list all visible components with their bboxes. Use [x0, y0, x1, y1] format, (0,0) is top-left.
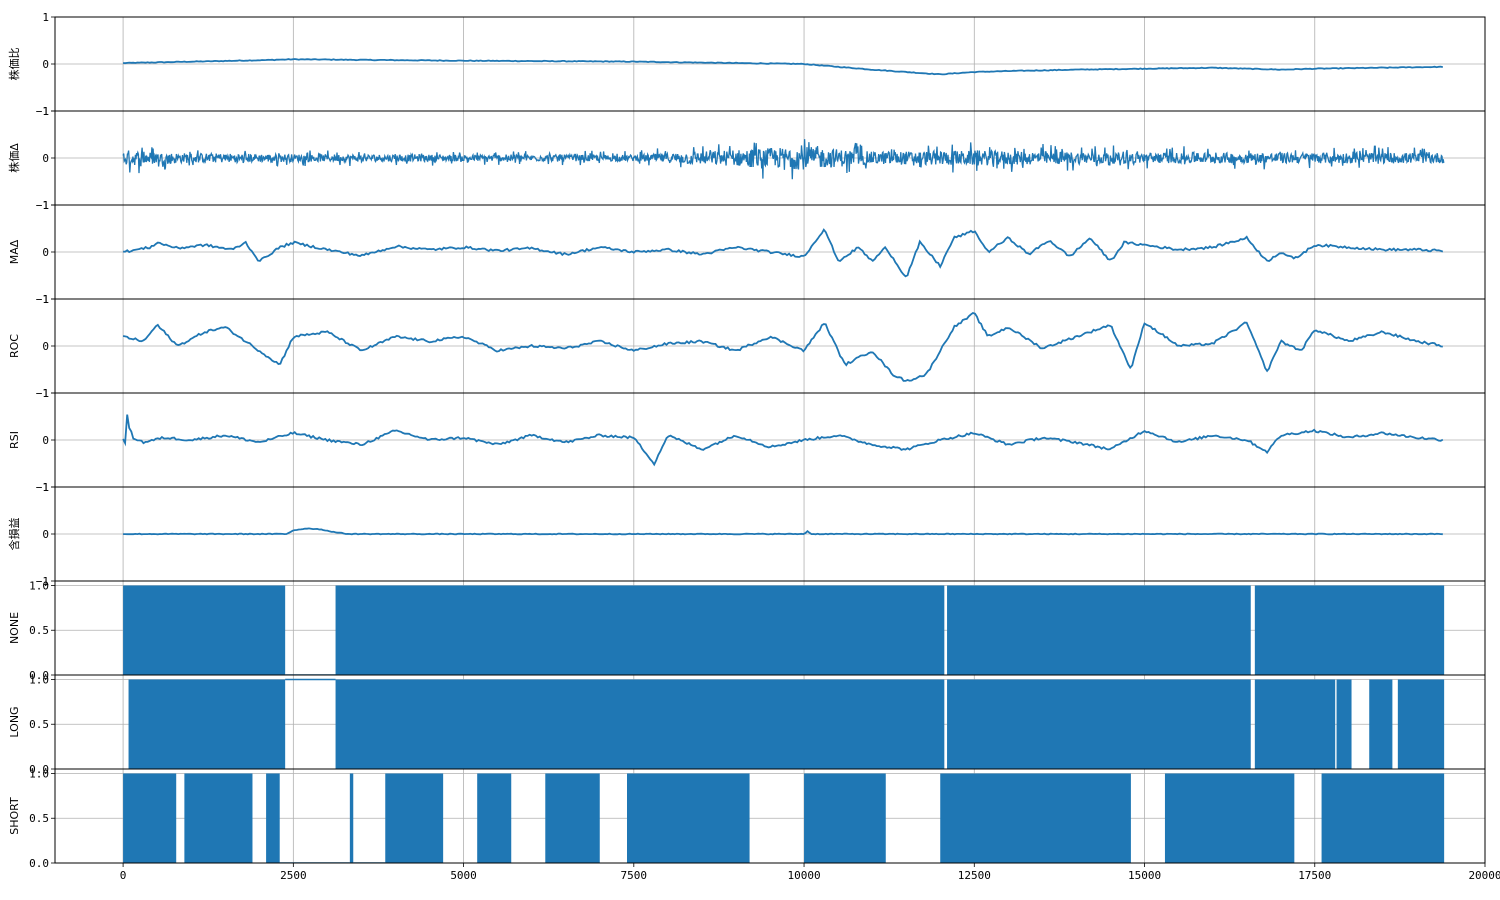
- signal-band: [947, 679, 1251, 769]
- y-tick-label: 0.5: [29, 718, 49, 731]
- signal-band: [804, 773, 886, 863]
- signal-band: [1254, 585, 1445, 675]
- y-axis-label: 株価Δ: [7, 143, 21, 173]
- y-tick-label: 0.5: [29, 812, 49, 825]
- signal-band: [627, 773, 750, 863]
- y-tick-label: 0: [42, 528, 49, 541]
- x-tick-label: 7500: [621, 869, 648, 882]
- x-tick-label: 17500: [1298, 869, 1331, 882]
- x-tick-label: 0: [120, 869, 127, 882]
- x-tick-label: 10000: [787, 869, 820, 882]
- y-tick-label: 0: [42, 340, 49, 353]
- y-axis-label: RSI: [8, 431, 21, 449]
- signal-band: [940, 773, 1131, 863]
- y-tick-label: 1: [42, 199, 49, 212]
- signal-band: [477, 773, 512, 863]
- y-tick-label: 1: [42, 387, 49, 400]
- signal-band: [1336, 679, 1352, 769]
- y-tick-label: 0: [42, 58, 49, 71]
- signal-band: [335, 585, 945, 675]
- y-axis-label: 含損益: [7, 518, 21, 551]
- y-tick-label: 1.0: [29, 579, 49, 592]
- x-tick-label: 12500: [958, 869, 991, 882]
- signal-band: [184, 773, 253, 863]
- signal-band: [123, 585, 286, 675]
- y-tick-label: 0.5: [29, 624, 49, 637]
- y-axis-label: SHORT: [8, 797, 21, 835]
- y-tick-label: 0: [42, 434, 49, 447]
- y-tick-label: 1.0: [29, 767, 49, 780]
- panel-short: 0.0 0.5 1.0 SHORT: [8, 767, 1486, 870]
- y-axis-label: LONG: [8, 706, 21, 737]
- x-tick-label: 15000: [1128, 869, 1161, 882]
- y-tick-label: 0: [42, 152, 49, 165]
- x-tick-label: 2500: [280, 869, 307, 882]
- y-axis-label: NONE: [8, 612, 21, 644]
- signal-band: [349, 773, 354, 863]
- y-tick-label: 0: [42, 246, 49, 259]
- signal-band: [1164, 773, 1295, 863]
- panel-none: 0.00.51.0NONE: [8, 579, 1486, 682]
- chart-figure: −101株価比−101株価Δ−101MAΔ−101ROC−101RSI−101含…: [0, 0, 1500, 900]
- y-tick-label: 1.0: [29, 673, 49, 686]
- x-tick-label: 5000: [450, 869, 477, 882]
- y-axis-label: ROC: [8, 334, 21, 358]
- y-tick-label: 0.0: [29, 857, 49, 870]
- y-axis-label: MAΔ: [8, 239, 21, 264]
- panel-long: 0.00.51.0LONG: [8, 673, 1486, 776]
- y-tick-label: 1: [42, 105, 49, 118]
- signal-band: [123, 773, 177, 863]
- signal-band: [266, 773, 280, 863]
- x-tick-label: 20000: [1468, 869, 1500, 882]
- signal-band: [545, 773, 600, 863]
- y-axis-label: 株価比: [7, 48, 21, 81]
- signal-band: [1397, 679, 1445, 769]
- signal-band: [335, 679, 945, 769]
- signal-band: [128, 679, 286, 769]
- signal-band: [1254, 679, 1336, 769]
- signal-band: [1321, 773, 1445, 863]
- signal-band: [947, 585, 1251, 675]
- y-tick-label: 1: [42, 481, 49, 494]
- y-tick-label: 1: [42, 293, 49, 306]
- signal-band: [1369, 679, 1393, 769]
- signal-band: [385, 773, 444, 863]
- y-tick-label: 1: [42, 11, 49, 24]
